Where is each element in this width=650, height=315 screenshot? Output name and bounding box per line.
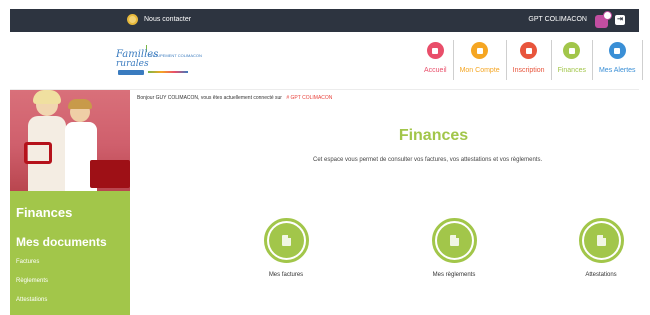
nav-item-inscription[interactable]: Inscription (507, 40, 552, 80)
home-icon (426, 42, 444, 59)
nav-item-mon-compte[interactable]: Mon Compte (454, 40, 507, 80)
nav-item-mes-alertes[interactable]: Mes Alertes (593, 40, 643, 80)
contact-label: Nous contacter (144, 16, 192, 23)
logo-line-2: rurales (116, 59, 149, 69)
money-icon (563, 42, 581, 59)
page-title-wrap: Finances (0, 127, 650, 145)
logo[interactable]: Familles rurales GROUPEMENT COLIMACON (116, 45, 206, 79)
sidebar-item-reglements[interactable]: Règlements (16, 278, 48, 284)
doc-card-reglements[interactable]: Mes règlements (414, 218, 494, 278)
welcome-account: # GPT COLIMACON (286, 95, 333, 101)
doc-card-factures[interactable]: Mes factures (246, 218, 326, 278)
document-icon (449, 235, 459, 246)
contact-link[interactable]: Nous contacter (127, 14, 191, 25)
document-icon (281, 235, 291, 246)
logout-icon[interactable]: ⇥ (615, 15, 625, 25)
document-icon (596, 235, 606, 246)
sidebar-item-factures[interactable]: Factures (16, 259, 39, 265)
doc-ring (431, 218, 477, 263)
nav-label: Mon Compte (459, 67, 500, 74)
sidebar-item-attestations[interactable]: Attestations (16, 297, 47, 303)
sidebar-menu: Finances Mes documents Factures Règlemen… (10, 191, 130, 315)
main-nav: Accueil Mon Compte Inscription Finances … (418, 40, 643, 80)
doc-ring (578, 218, 624, 263)
doc-card-attestations[interactable]: Attestations (561, 218, 641, 278)
page: Nous contacter GPT COLIMACON ⇥ Familles … (0, 0, 650, 315)
logo-stripe (148, 71, 188, 73)
doc-ring (263, 218, 309, 263)
notification-badge (603, 11, 612, 20)
nav-label: Mes Alertes (598, 67, 636, 74)
nav-item-accueil[interactable]: Accueil (418, 40, 454, 80)
doc-label: Mes factures (268, 272, 304, 278)
logo-subtitle: GROUPEMENT COLIMACON (148, 53, 202, 58)
account-name[interactable]: GPT COLIMACON (528, 16, 587, 23)
intro-text: Cet espace vous permet de consulter vos … (313, 157, 543, 163)
logo-badge (118, 70, 144, 75)
doc-label: Mes règlements (432, 272, 476, 278)
alert-icon (608, 42, 626, 59)
pencil-icon (520, 42, 538, 59)
sidebar-title: Finances (16, 205, 73, 220)
welcome-text: Bonjour GUY COLIMACON, vous êtes actuell… (137, 95, 282, 101)
page-title: Finances (398, 127, 469, 144)
header: Familles rurales GROUPEMENT COLIMACON Ac… (10, 32, 643, 90)
sidebar-section-title: Mes documents (16, 235, 107, 249)
nav-label: Finances (557, 67, 586, 74)
doc-label: Attestations (585, 272, 617, 278)
contact-icon (127, 14, 138, 25)
nav-label: Accueil (424, 67, 447, 74)
nav-item-finances[interactable]: Finances (552, 40, 593, 80)
user-icon (471, 42, 489, 59)
welcome-message: Bonjour GUY COLIMACON, vous êtes actuell… (137, 95, 332, 101)
profile-icon[interactable] (595, 11, 612, 28)
nav-label: Inscription (512, 67, 545, 74)
top-bar: Nous contacter GPT COLIMACON ⇥ (10, 9, 639, 32)
